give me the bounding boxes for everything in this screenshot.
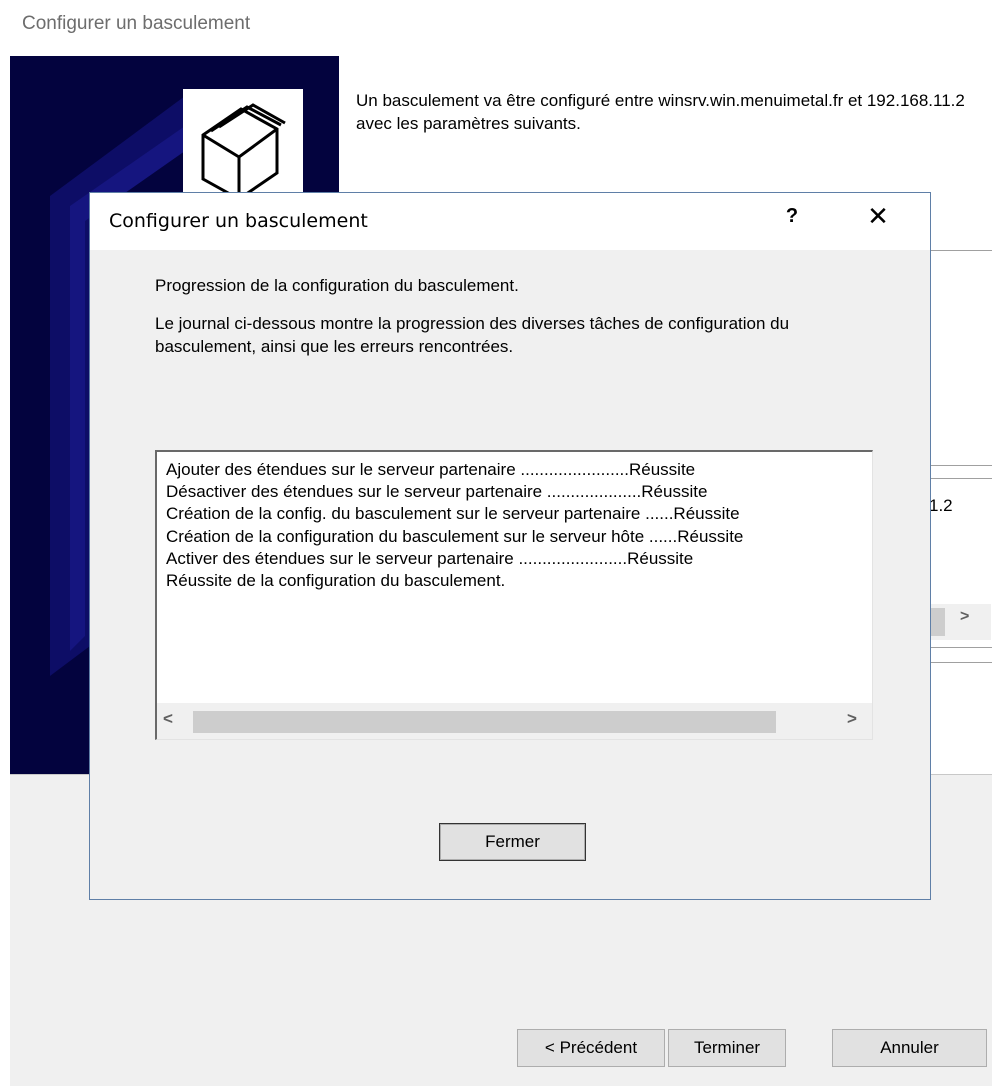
dialog-title: Configurer un basculement [109, 210, 368, 232]
dialog-heading: Progression de la configuration du bascu… [155, 276, 519, 295]
dialog-description: Le journal ci-dessous montre la progress… [155, 314, 790, 356]
scroll-left-icon[interactable]: < [163, 709, 173, 729]
log-line: Création de la config. du basculement su… [166, 504, 740, 524]
previous-button[interactable]: < Précédent [517, 1029, 665, 1067]
progress-log[interactable]: Ajouter des étendues sur le serveur part… [155, 450, 873, 740]
finish-button[interactable]: Terminer [668, 1029, 786, 1067]
log-line: Activer des étendues sur le serveur part… [166, 548, 694, 568]
description-panel [925, 662, 992, 788]
log-line: Ajouter des étendues sur le serveur part… [166, 460, 696, 479]
log-horizontal-scrollbar[interactable]: < > [157, 703, 872, 739]
log-line: Désactiver des étendues sur le serveur p… [166, 482, 708, 502]
settings-value: 1.2 [929, 496, 953, 515]
dialog-titlebar: Configurer un basculement ? ✕ [90, 193, 930, 250]
scroll-right-icon[interactable]: > [960, 608, 969, 626]
log-line: Réussite de la configuration du basculem… [166, 571, 506, 591]
scroll-right-icon[interactable]: > [847, 709, 857, 729]
wizard-title: Configurer un basculement [22, 13, 251, 34]
folders-icon [183, 89, 303, 209]
progress-dialog: Configurer un basculement ? ✕ Progressio… [89, 192, 931, 900]
cancel-button[interactable]: Annuler [832, 1029, 987, 1067]
settings-scroll-thumb[interactable] [931, 608, 945, 636]
wizard-intro-text: Un basculement va être configuré entre w… [356, 91, 965, 133]
close-button[interactable]: Fermer [439, 823, 586, 861]
close-icon[interactable]: ✕ [860, 201, 896, 231]
settings-panel [925, 250, 992, 466]
help-icon[interactable]: ? [780, 205, 804, 228]
log-scroll-thumb[interactable] [193, 711, 776, 733]
log-line: Création de la configuration du basculem… [166, 526, 744, 546]
log-lines: Ajouter des étendues sur le serveur part… [166, 459, 866, 592]
